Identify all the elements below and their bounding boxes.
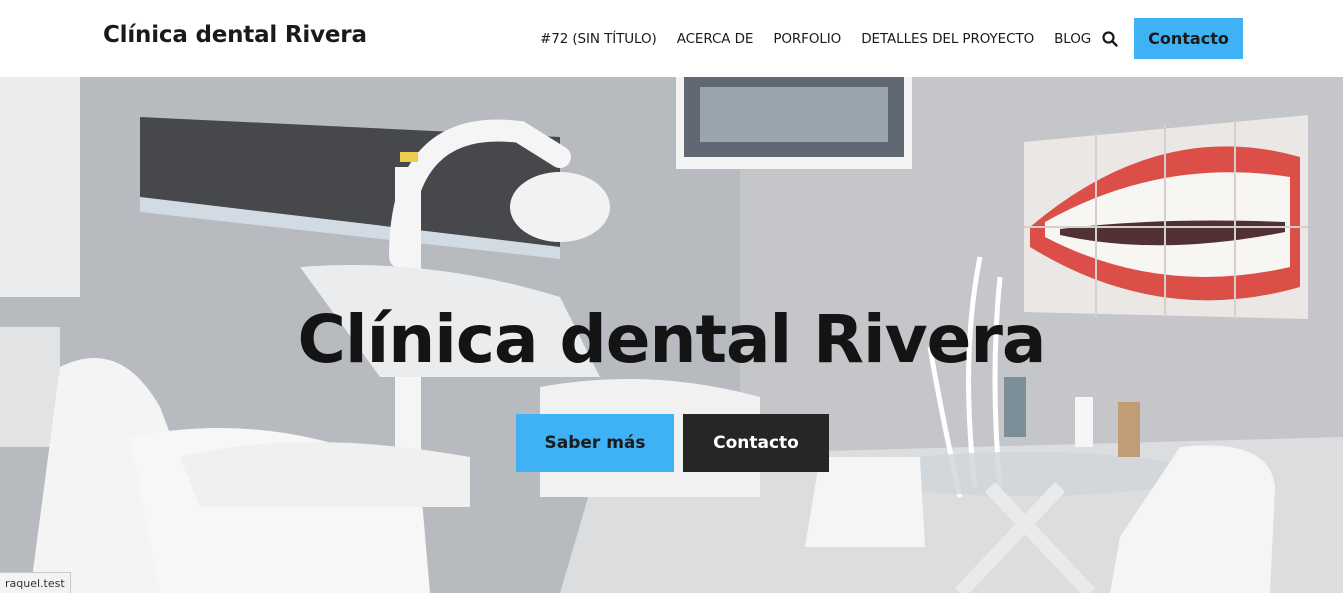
nav-item-acerca-de[interactable]: ACERCA DE (677, 31, 754, 47)
status-bar-url: raquel.test (0, 572, 71, 593)
search-icon[interactable] (1101, 30, 1119, 48)
header-contact-button[interactable]: Contacto (1134, 18, 1243, 59)
hero-contact-button[interactable]: Contacto (683, 414, 829, 472)
nav-item-porfolio[interactable]: PORFOLIO (773, 31, 841, 47)
nav-item-sin-titulo[interactable]: #72 (SIN TÍTULO) (540, 31, 657, 47)
nav-item-blog[interactable]: BLOG (1054, 31, 1091, 47)
site-title-link[interactable]: Clínica dental Rivera (103, 22, 367, 48)
saber-mas-button[interactable]: Saber más (516, 414, 674, 472)
hero-title: Clínica dental Rivera (297, 301, 1047, 378)
main-nav: #72 (SIN TÍTULO) ACERCA DE PORFOLIO DETA… (540, 29, 1119, 49)
site-header: Clínica dental Rivera #72 (SIN TÍTULO) A… (0, 0, 1343, 77)
hero-section: Clínica dental Rivera Saber más Contacto (0, 77, 1343, 593)
nav-item-detalles-proyecto[interactable]: DETALLES DEL PROYECTO (861, 31, 1034, 47)
